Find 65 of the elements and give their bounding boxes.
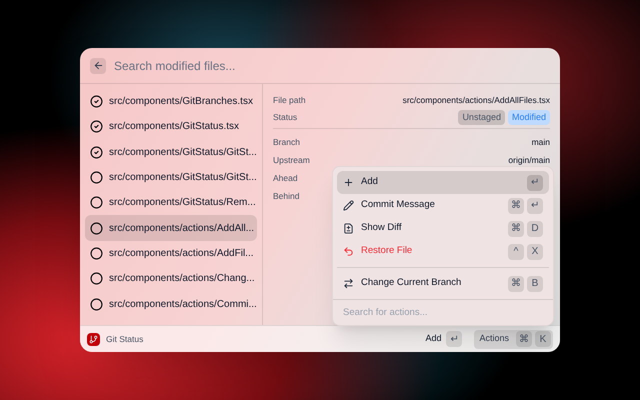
key-cap: K	[535, 331, 551, 347]
file-list-item[interactable]: src/components/GitBranches.tsx	[85, 89, 257, 114]
menu-item-label: Show Diff	[361, 221, 402, 236]
file-list-item[interactable]: src/components/GitStatus/GitSt...	[85, 140, 257, 165]
key-cap: X	[527, 244, 543, 260]
file-path: src/components/actions/AddAll...	[109, 222, 254, 236]
detail-label: File path	[273, 94, 306, 106]
key-cap: D	[527, 220, 543, 236]
menu-item-label: Add	[361, 175, 379, 190]
plus-icon	[343, 177, 354, 188]
detail-value: origin/main	[508, 154, 550, 166]
key-cap: ⌘	[508, 220, 524, 236]
key-cap: ⌘	[508, 198, 524, 214]
file-list-item[interactable]: src/components/GitStatus/GitSt...	[85, 164, 257, 190]
back-button[interactable]	[90, 58, 106, 74]
file-list-item[interactable]: src/components/actions/AddFil...	[85, 240, 257, 266]
actions-button[interactable]: Actions ⌘ K	[474, 330, 553, 348]
menu-item[interactable]: Restore File ^ X	[337, 240, 549, 263]
undo-icon	[343, 246, 354, 257]
search-field[interactable]: Search modified files...	[114, 56, 550, 74]
key-cap: ^	[508, 244, 524, 260]
file-list-item[interactable]: src/components/GitStatus/Rem...	[85, 190, 257, 216]
actions-label: Actions	[479, 332, 509, 346]
menu-item[interactable]: Commit Message ⌘ ↵	[337, 194, 549, 217]
file-path: src/components/GitStatus/GitSt...	[109, 146, 257, 160]
status-tag: Unstaged	[458, 110, 505, 126]
menu-item-label: Restore File	[361, 244, 414, 258]
key-cap: B	[527, 276, 543, 292]
add-button[interactable]: Add ↵	[421, 331, 466, 347]
pencil-icon	[343, 200, 354, 211]
file-path: src/components/actions/AddFil...	[109, 246, 254, 261]
file-path: src/components/GitStatus/GitSt...	[109, 171, 257, 186]
key-cap: ↵	[527, 198, 543, 214]
status-tag: Modified	[508, 110, 550, 126]
action-search-field[interactable]: Search for actions...	[333, 299, 553, 325]
detail-label: Upstream	[273, 154, 310, 166]
key-cap: ↵	[527, 174, 543, 190]
app-logo-icon	[87, 332, 100, 346]
footer-title: Git Status	[106, 332, 144, 346]
key-cap: ⌘	[516, 331, 532, 347]
key-cap: ⌘	[508, 276, 524, 292]
detail-label: Behind	[273, 190, 300, 202]
menu-item[interactable]: Add ↵	[337, 171, 549, 194]
menu-item[interactable]: Show Diff ⌘ D	[337, 217, 549, 240]
file-list-item[interactable]: src/components/actions/Commi...	[85, 291, 257, 317]
file-path: src/components/actions/Commi...	[109, 298, 257, 312]
file-path: src/components/GitBranches.tsx	[109, 95, 253, 110]
detail-label: Status	[273, 111, 298, 124]
menu-item-label: Change Current Branch	[361, 276, 462, 290]
file-diff-icon	[343, 223, 354, 234]
file-path: src/components/actions/Chang...	[109, 272, 255, 286]
file-list-item[interactable]: src/components/actions/Chang...	[85, 266, 257, 292]
key-cap: ↵	[446, 331, 462, 347]
back-arrow-icon	[92, 60, 104, 71]
file-list-item[interactable]: src/components/GitStatus.tsx	[85, 114, 257, 140]
menu-item-label: Commit Message	[361, 198, 436, 212]
detail-label: Branch	[273, 136, 300, 148]
file-list-item[interactable]: src/components/actions/AddAll...	[85, 215, 257, 241]
file-path: src/components/GitStatus.tsx	[109, 120, 240, 134]
menu-item[interactable]: Change Current Branch ⌘ B	[337, 272, 549, 295]
file-path: src/components/GitStatus/Rem...	[109, 196, 256, 210]
detail-label: Ahead	[273, 172, 298, 184]
arrows-icon	[343, 278, 354, 289]
detail-value: main	[532, 136, 550, 148]
detail-value: src/components/actions/AddAllFiles.tsx	[402, 94, 550, 106]
